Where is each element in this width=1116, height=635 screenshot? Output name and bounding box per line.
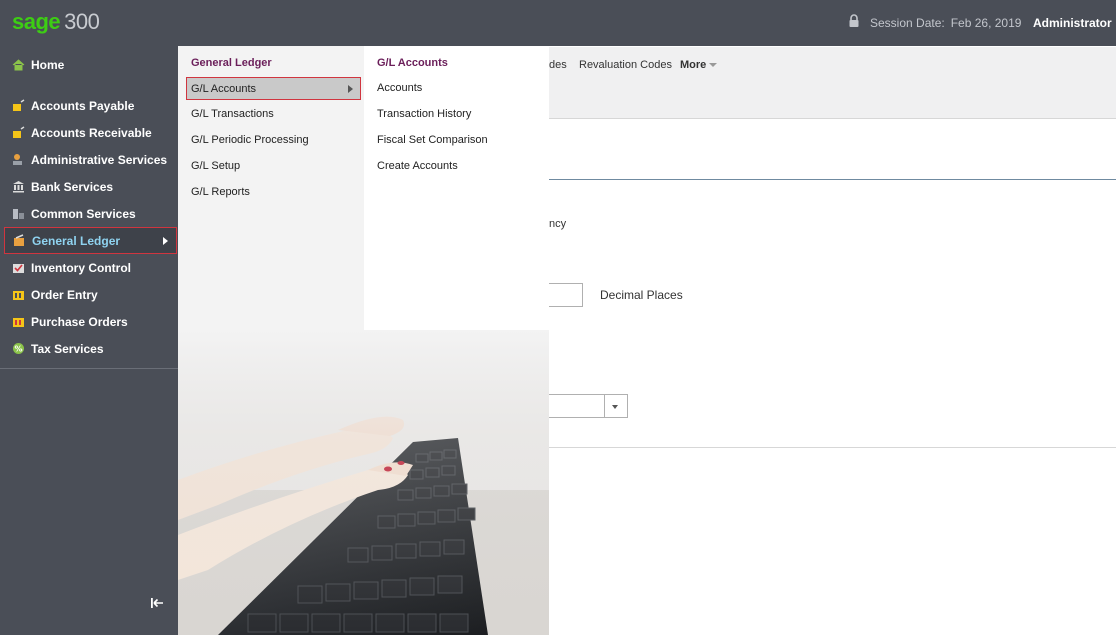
bank-icon <box>12 180 25 193</box>
sidebar-item-label: General Ledger <box>32 233 121 248</box>
order-entry-icon <box>12 288 25 301</box>
sidebar-item-label: Home <box>31 57 65 72</box>
sidebar-item-home[interactable]: Home <box>4 51 177 78</box>
logo-brand: sage <box>12 9 61 34</box>
menu-item-gl-transactions[interactable]: G/L Transactions <box>191 108 274 120</box>
chevron-right-icon <box>163 237 168 245</box>
top-bar: sage 300 Session Date: Feb 26, 2019 Admin… <box>0 0 1116 46</box>
sidebar-divider <box>0 368 178 369</box>
sidebar: Home Accounts Payable Accounts Receivabl… <box>0 46 178 635</box>
decimal-places-label: Decimal Places <box>600 288 683 302</box>
menu-item-gl-accounts[interactable]: G/L Accounts <box>186 77 361 100</box>
sidebar-item-label: Administrative Services <box>31 152 168 167</box>
chevron-down-icon <box>612 405 618 409</box>
more-label: More <box>680 59 707 71</box>
tax-services-icon: % <box>12 342 25 355</box>
sidebar-item-accounts-payable[interactable]: Accounts Payable <box>4 92 177 119</box>
menu-item-gl-setup[interactable]: G/L Setup <box>191 160 240 172</box>
menu-title: General Ledger <box>191 57 272 69</box>
home-icon <box>12 58 25 71</box>
sidebar-item-label: Accounts Payable <box>31 98 135 113</box>
tab-partial[interactable]: des <box>549 59 567 71</box>
sidebar-item-common-services[interactable]: Common Services <box>4 200 177 227</box>
sidebar-item-label: Bank Services <box>31 179 114 194</box>
sidebar-item-label: Order Entry <box>31 287 98 302</box>
submenu-title: G/L Accounts <box>377 57 448 69</box>
tab-revaluation-codes[interactable]: Revaluation Codes <box>579 59 672 71</box>
sidebar-item-label: Purchase Orders <box>31 314 128 329</box>
sidebar-item-label: Tax Services <box>31 341 104 356</box>
logo-version: 300 <box>64 9 100 34</box>
session-date-label: Session Date: <box>870 16 945 30</box>
menu-item-transaction-history[interactable]: Transaction History <box>377 108 471 120</box>
sidebar-item-tax-services[interactable]: % Tax Services <box>4 335 177 362</box>
user-menu[interactable]: Administrator <box>1033 13 1116 33</box>
menu-item-gl-reports[interactable]: G/L Reports <box>191 186 250 198</box>
accounts-payable-icon <box>12 99 25 112</box>
keyboard-illustration <box>178 330 549 635</box>
user-name: Administrator <box>1033 16 1112 30</box>
session-date: Session Date: Feb 26, 2019 <box>848 13 1021 33</box>
more-menu[interactable]: More <box>680 59 718 71</box>
accounts-receivable-icon <box>12 126 25 139</box>
session-date-value: Feb 26, 2019 <box>950 16 1022 30</box>
menu-item-label: G/L Accounts <box>191 82 257 95</box>
sidebar-item-general-ledger[interactable]: General Ledger <box>4 227 177 254</box>
purchase-orders-icon <box>12 315 25 328</box>
sidebar-item-order-entry[interactable]: Order Entry <box>4 281 177 308</box>
sidebar-item-bank-services[interactable]: Bank Services <box>4 173 177 200</box>
dropdown-select[interactable] <box>549 394 628 418</box>
inventory-icon <box>12 261 25 274</box>
sidebar-item-inventory-control[interactable]: Inventory Control <box>4 254 177 281</box>
svg-text:%: % <box>14 345 22 354</box>
sidebar-item-accounts-receivable[interactable]: Accounts Receivable <box>4 119 177 146</box>
section-divider <box>549 179 1116 180</box>
menu-item-accounts[interactable]: Accounts <box>377 82 422 94</box>
admin-services-icon <box>12 153 25 166</box>
section-divider <box>549 447 1116 448</box>
sidebar-item-label: Accounts Receivable <box>31 125 152 140</box>
sidebar-item-label: Inventory Control <box>31 260 132 275</box>
currency-label-fragment: ncy <box>549 218 567 230</box>
sage-logo[interactable]: sage 300 <box>12 9 100 35</box>
sidebar-item-administrative-services[interactable]: Administrative Services <box>4 146 177 173</box>
menu-item-fiscal-set-comparison[interactable]: Fiscal Set Comparison <box>377 134 488 146</box>
menu-item-gl-periodic-processing[interactable]: G/L Periodic Processing <box>191 134 309 146</box>
menu-item-create-accounts[interactable]: Create Accounts <box>377 160 458 172</box>
dropdown-separator <box>604 395 605 417</box>
lock-icon <box>849 14 859 27</box>
sidebar-item-label: Common Services <box>31 206 136 221</box>
collapse-sidebar-icon[interactable] <box>150 596 164 610</box>
common-services-icon <box>12 207 25 220</box>
decimal-places-input[interactable] <box>549 283 583 307</box>
module-subnav: des Revaluation Codes More <box>549 47 1116 119</box>
general-ledger-icon <box>13 234 26 247</box>
chevron-right-icon <box>348 85 353 93</box>
sidebar-item-purchase-orders[interactable]: Purchase Orders <box>4 308 177 335</box>
chevron-down-icon <box>709 63 718 67</box>
